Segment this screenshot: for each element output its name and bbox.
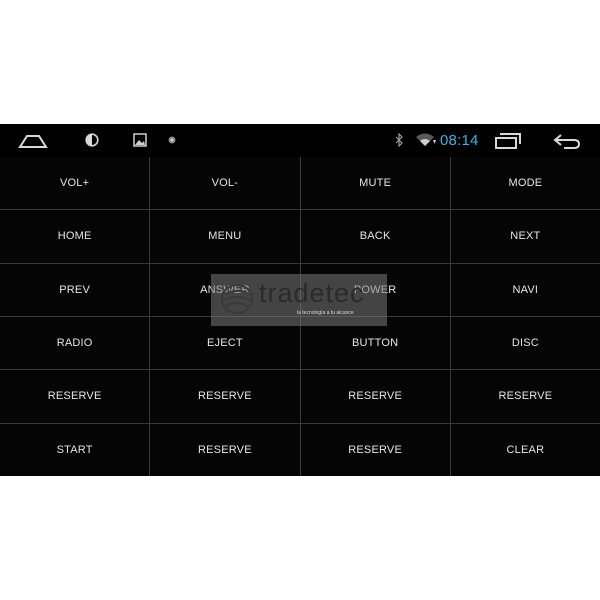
key-mute[interactable]: MUTE (300, 157, 450, 210)
watermark-brand-name: tradetec (259, 278, 365, 308)
key-reserve[interactable]: RESERVE (150, 370, 300, 423)
back-arrow-icon[interactable] (552, 132, 582, 150)
key-mode[interactable]: MODE (450, 157, 600, 210)
gallery-icon (132, 132, 148, 148)
key-prev[interactable]: PREV (0, 263, 150, 316)
key-menu[interactable]: MENU (150, 210, 300, 263)
status-bar: 08:14 (0, 124, 600, 157)
key-start[interactable]: START (0, 423, 150, 476)
clock: 08:14 (440, 132, 479, 149)
key-home[interactable]: HOME (0, 210, 150, 263)
recent-apps-icon[interactable] (494, 132, 522, 150)
key-reserve[interactable]: RESERVE (450, 370, 600, 423)
key-vol-up[interactable]: VOL+ (0, 157, 150, 210)
wifi-icon (415, 133, 437, 147)
watermark-tagline: la tecnología a tu alcance (297, 310, 354, 316)
home-outline-icon[interactable] (18, 132, 48, 148)
key-clear[interactable]: CLEAR (450, 423, 600, 476)
key-navi[interactable]: NAVI (450, 263, 600, 316)
tradetec-logo-icon (219, 282, 255, 321)
tradetec-watermark: tradetec la tecnología a tu alcance (211, 274, 387, 326)
key-radio[interactable]: RADIO (0, 316, 150, 370)
dot-indicator-icon (166, 134, 178, 146)
key-next[interactable]: NEXT (450, 210, 600, 263)
key-reserve[interactable]: RESERVE (300, 423, 450, 476)
brightness-icon (84, 132, 100, 148)
key-vol-down[interactable]: VOL- (150, 157, 300, 210)
key-reserve[interactable]: RESERVE (300, 370, 450, 423)
key-disc[interactable]: DISC (450, 316, 600, 370)
key-reserve[interactable]: RESERVE (150, 423, 300, 476)
key-back[interactable]: BACK (300, 210, 450, 263)
bluetooth-icon (394, 133, 404, 147)
key-reserve[interactable]: RESERVE (0, 370, 150, 423)
